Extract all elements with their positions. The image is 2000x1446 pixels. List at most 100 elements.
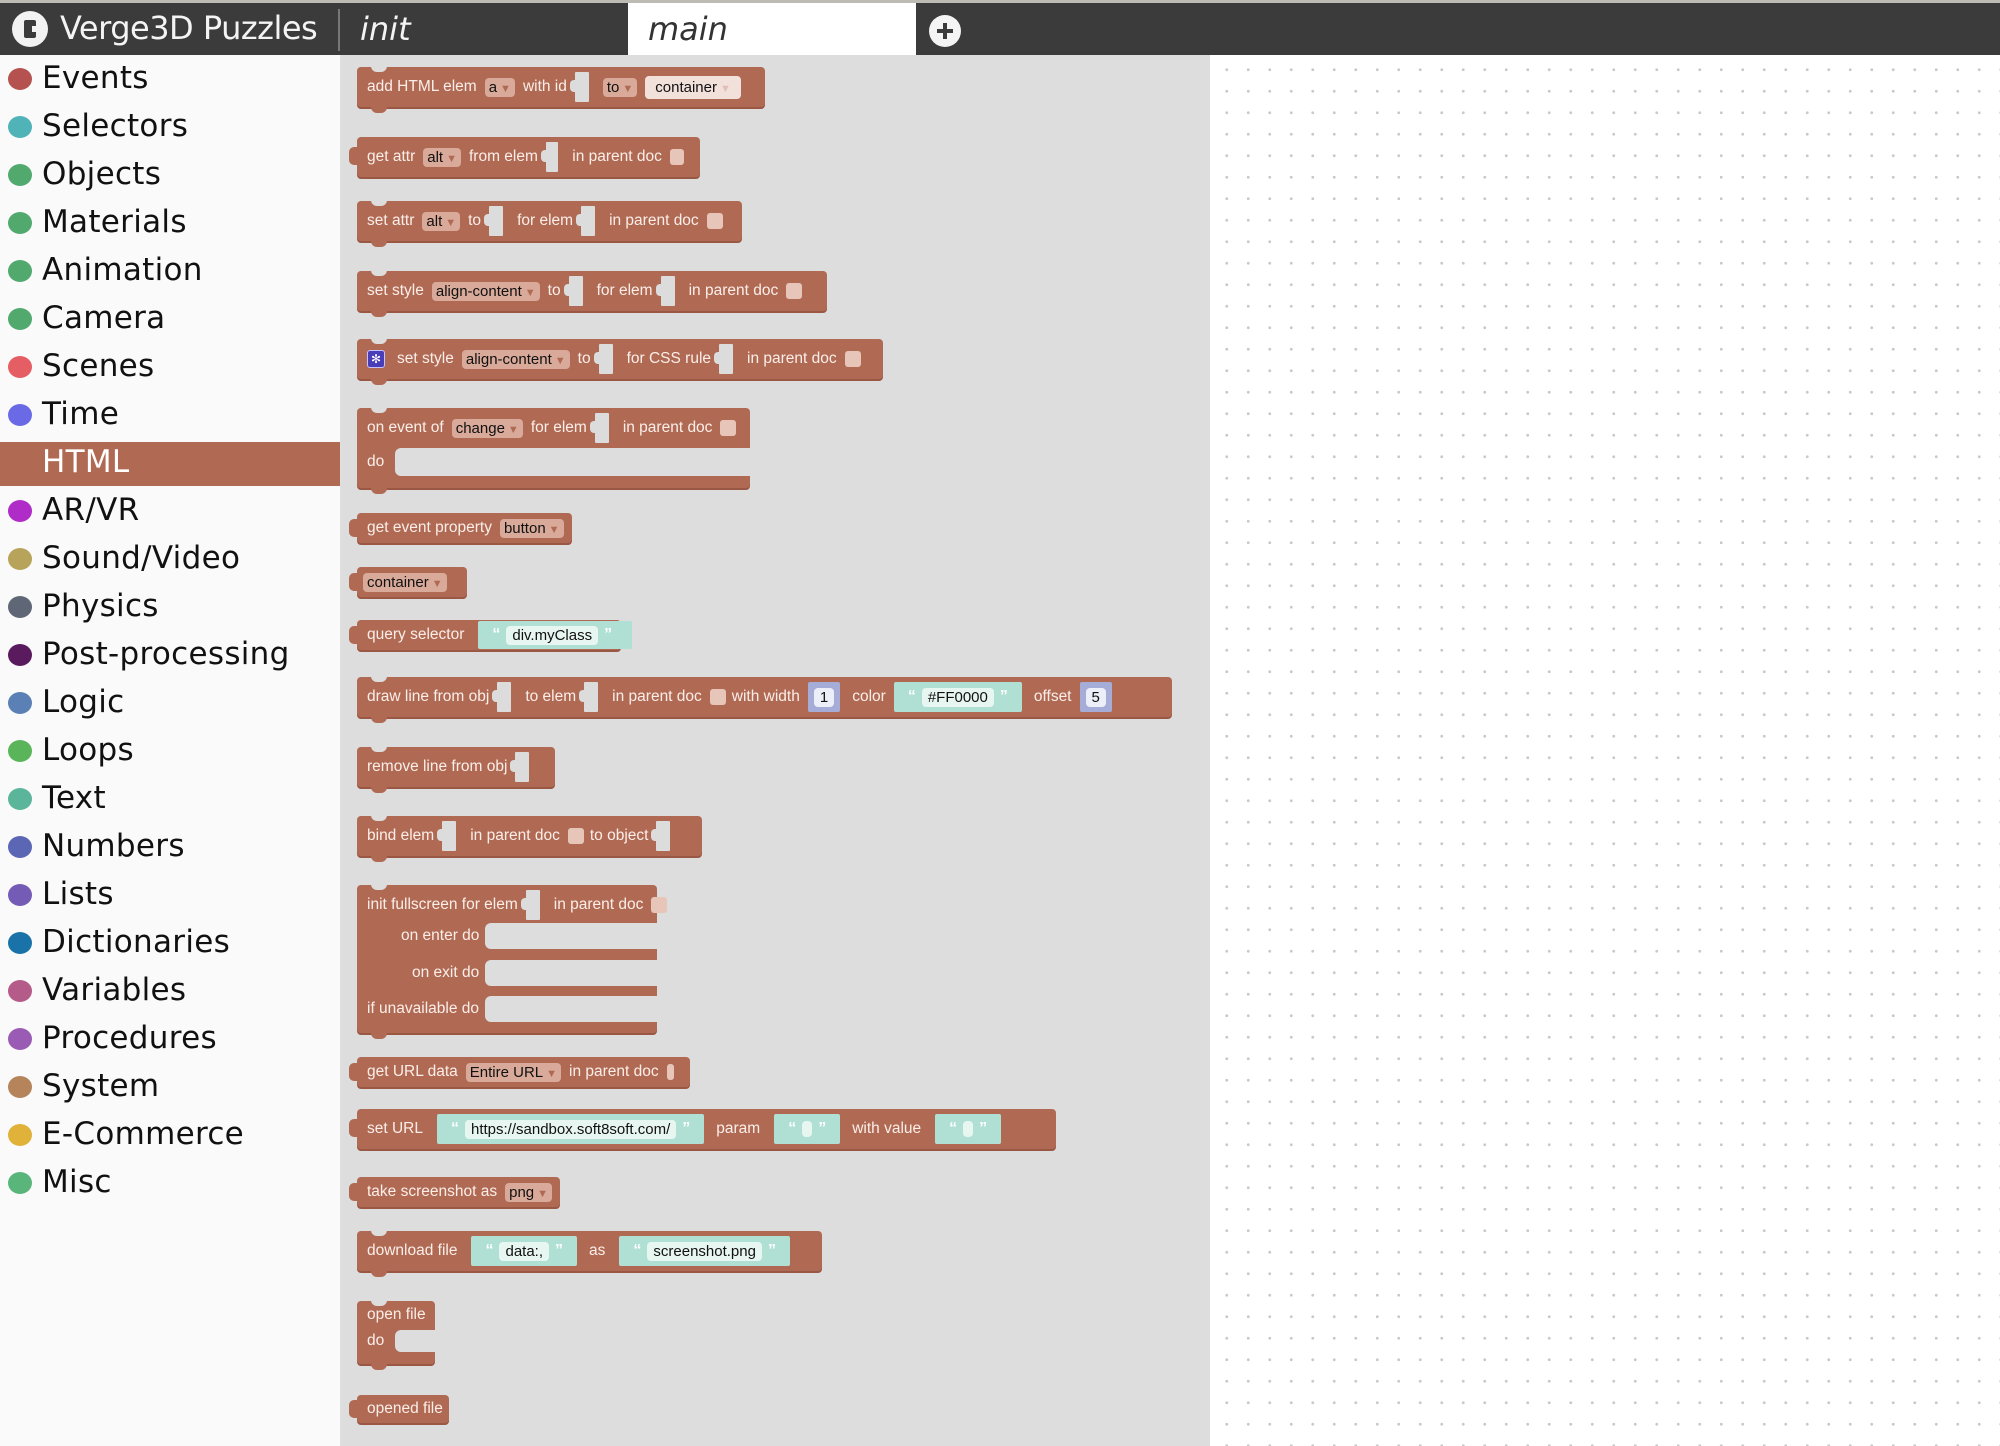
sidebar-item-misc[interactable]: Misc [0,1162,340,1206]
block-set-attr[interactable]: set attr alt ▼ to for elem in parent doc [357,200,742,247]
attr-dropdown[interactable]: alt ▼ [422,211,461,231]
add-tab-plus-icon[interactable] [929,15,961,47]
color-value[interactable]: #FF0000 [921,687,994,707]
parent-doc-checkbox[interactable] [669,149,684,165]
sidebar-item-materials[interactable]: Materials [0,202,340,246]
sidebar-item-lists[interactable]: Lists [0,874,340,918]
block-download-file[interactable]: download file “ data:, ” as “ screenshot… [357,1230,822,1277]
input-socket[interactable] [593,344,613,374]
text-block[interactable]: “ div.myClass ” [478,621,633,649]
param-value[interactable] [802,1121,813,1137]
position-dropdown[interactable]: to ▼ [602,77,638,97]
sidebar-item-sound-video[interactable]: Sound/Video [0,538,340,582]
offset-value[interactable]: 5 [1085,687,1106,707]
input-socket[interactable] [714,344,734,374]
style-dropdown[interactable]: align-content ▼ [431,281,540,301]
url-part-dropdown[interactable]: Entire URL ▼ [465,1062,562,1082]
sidebar-item-post-processing[interactable]: Post-processing [0,634,340,678]
parent-doc-checkbox[interactable] [666,1064,674,1080]
block-query-selector[interactable]: query selector “ div.myClass ” [349,620,633,650]
block-remove-line[interactable]: remove line from obj [357,746,555,793]
input-socket[interactable] [437,821,457,851]
parent-doc-checkbox[interactable] [720,420,737,436]
tab-main[interactable]: main [628,3,916,55]
text-block[interactable]: “ https://sandbox.soft8soft.com/ ” [437,1114,705,1144]
block-get-event-property[interactable]: get event property button ▼ [349,513,572,543]
event-dropdown[interactable]: change ▼ [451,418,523,438]
block-opened-file[interactable]: opened file [349,1395,449,1423]
width-value[interactable]: 1 [813,687,835,707]
sidebar-item-scenes[interactable]: Scenes [0,346,340,390]
text-block[interactable]: “ ” [935,1114,1002,1144]
statement-slot[interactable] [395,1330,435,1352]
parent-doc-checkbox[interactable] [651,897,668,913]
input-socket[interactable] [563,276,583,306]
sidebar-item-dictionaries[interactable]: Dictionaries [0,922,340,966]
input-socket[interactable] [579,682,599,712]
sidebar-item-ar-vr[interactable]: AR/VR [0,490,340,534]
attr-dropdown[interactable]: alt ▼ [423,147,461,167]
if-unavailable-slot[interactable] [485,996,657,1022]
sidebar-item-selectors[interactable]: Selectors [0,106,340,150]
sidebar-item-loops[interactable]: Loops [0,730,340,774]
input-socket[interactable] [569,72,589,102]
block-set-url[interactable]: set URL “ https://sandbox.soft8soft.com/… [349,1109,1056,1149]
block-on-event[interactable]: on event of change ▼ for elem in parent d… [357,407,750,494]
parent-doc-checkbox[interactable] [786,283,803,299]
sidebar-item-system[interactable]: System [0,1066,340,1110]
filename-value[interactable]: screenshot.png [647,1241,762,1261]
sidebar-item-camera[interactable]: Camera [0,298,340,342]
parent-doc-checkbox[interactable] [567,828,584,844]
style-dropdown[interactable]: align-content ▼ [461,349,570,369]
tab-init[interactable]: init [340,3,628,55]
sidebar-item-html[interactable]: HTML [0,442,340,486]
input-socket[interactable] [655,276,675,306]
block-take-screenshot[interactable]: take screenshot as png ▼ [349,1177,560,1207]
input-socket[interactable] [510,752,530,782]
block-get-url-data[interactable]: get URL data Entire URL ▼ in parent doc [349,1057,690,1087]
sidebar-item-text[interactable]: Text [0,778,340,822]
sidebar-item-numbers[interactable]: Numbers [0,826,340,870]
number-block[interactable]: 1 [807,682,841,712]
sidebar-item-logic[interactable]: Logic [0,682,340,726]
input-socket[interactable] [492,682,512,712]
parent-doc-checkbox[interactable] [706,213,723,229]
parent-doc-checkbox[interactable] [709,689,726,705]
statement-slot[interactable] [395,448,750,476]
block-init-fullscreen[interactable]: init fullscreen for elem in parent doc o… [357,884,668,1039]
block-get-attr[interactable]: get attr alt ▼ from elem in parent doc [349,137,700,177]
elem-type-dropdown[interactable]: a ▼ [484,77,515,97]
sidebar-item-procedures[interactable]: Procedures [0,1018,340,1062]
text-block[interactable]: “ ” [774,1114,841,1144]
text-block[interactable]: “ #FF0000 ” [893,682,1022,712]
text-block[interactable]: “ screenshot.png ” [619,1236,790,1266]
block-set-style[interactable]: set style align-content ▼ to for elem in … [357,270,827,317]
data-value[interactable]: data:, [499,1241,550,1261]
puzzle-workspace-canvas[interactable] [1210,55,2000,1446]
sidebar-item-events[interactable]: Events [0,58,340,102]
sidebar-item-variables[interactable]: Variables [0,970,340,1014]
format-dropdown[interactable]: png ▼ [505,1182,553,1202]
input-socket[interactable] [576,206,596,236]
container-dropdown[interactable]: container ▼ [645,75,741,99]
block-container[interactable]: container ▼ [349,567,467,597]
param-value[interactable] [963,1121,974,1137]
gear-icon[interactable]: ✻ [367,350,385,368]
sidebar-item-physics[interactable]: Physics [0,586,340,630]
input-socket[interactable] [520,890,540,920]
sidebar-item-animation[interactable]: Animation [0,250,340,294]
input-socket[interactable] [540,142,559,172]
property-dropdown[interactable]: button ▼ [499,518,564,538]
sidebar-item-e-commerce[interactable]: E-Commerce [0,1114,340,1158]
input-socket[interactable] [589,413,609,443]
on-enter-slot[interactable] [485,923,657,949]
block-add-html-elem[interactable]: add HTML elem a ▼ with id to ▼ container ▼ [357,66,765,113]
text-value[interactable]: div.myClass [506,625,599,645]
sidebar-item-time[interactable]: Time [0,394,340,438]
number-block[interactable]: 5 [1079,682,1112,712]
blocks-flyout[interactable]: add HTML elem a ▼ with id to ▼ container ▼ … [341,55,1210,1446]
input-socket[interactable] [484,206,504,236]
url-value[interactable]: https://sandbox.soft8soft.com/ [465,1119,677,1139]
input-socket[interactable] [651,821,671,851]
on-exit-slot[interactable] [485,960,657,986]
